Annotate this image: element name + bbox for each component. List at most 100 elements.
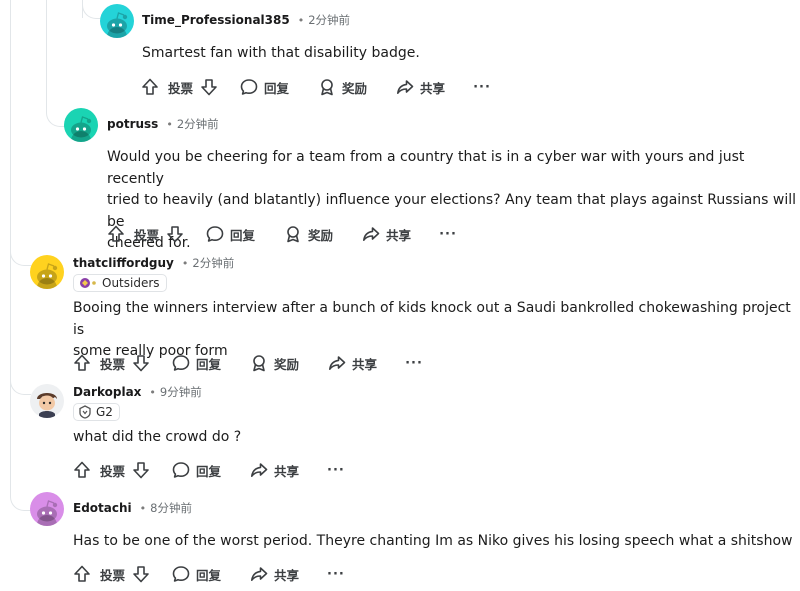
- share-button[interactable]: 共享: [249, 564, 299, 584]
- avatar[interactable]: [100, 4, 134, 38]
- downvote-button[interactable]: [199, 77, 219, 97]
- more-options-button[interactable]: ···: [327, 567, 345, 582]
- comment-actions: 投票 回复 奖励 共享 ···: [72, 352, 423, 374]
- downvote-button[interactable]: [131, 460, 151, 480]
- meta-separator: •: [149, 385, 156, 399]
- downvote-icon: [131, 564, 151, 584]
- upvote-button[interactable]: [72, 353, 92, 373]
- comment-actions: 投票 回复 共享 ···: [72, 563, 345, 585]
- share-label: 共享: [274, 567, 300, 583]
- author-name[interactable]: Edotachi: [73, 501, 132, 515]
- reply-label: 回复: [230, 227, 256, 243]
- vote-label: 投票: [100, 463, 126, 479]
- reply-label: 回复: [264, 80, 290, 96]
- upvote-button[interactable]: [106, 224, 126, 244]
- snoo-avatar-icon: [100, 4, 134, 38]
- vote-label: 投票: [100, 356, 126, 372]
- award-button[interactable]: 奖励: [317, 77, 367, 97]
- comment-meta: Edotachi • 8分钟前: [73, 499, 192, 517]
- reply-icon: [171, 460, 191, 480]
- reply-icon: [239, 77, 259, 97]
- vote-label: 投票: [134, 227, 160, 243]
- user-flair: G2: [73, 403, 120, 421]
- more-options-button[interactable]: ···: [327, 463, 345, 478]
- meta-separator: •: [297, 13, 305, 27]
- meta-separator: •: [181, 256, 189, 270]
- upvote-icon: [106, 224, 126, 244]
- share-button[interactable]: 共享: [395, 77, 445, 97]
- timestamp[interactable]: 2分钟前: [192, 255, 234, 271]
- comment-meta: Darkoplax • 9分钟前: [73, 383, 202, 401]
- award-label: 奖励: [308, 227, 334, 243]
- snoo-avatar-icon: [30, 492, 64, 526]
- award-icon: [249, 353, 269, 373]
- upvote-button[interactable]: [72, 460, 92, 480]
- avatar[interactable]: [30, 255, 64, 289]
- reply-icon: [171, 564, 191, 584]
- avatar[interactable]: [30, 384, 64, 418]
- more-options-button[interactable]: ···: [405, 356, 423, 371]
- comment-actions: 投票 回复 奖励 共享 ···: [106, 223, 457, 245]
- share-label: 共享: [274, 463, 300, 479]
- award-button[interactable]: 奖励: [283, 224, 333, 244]
- share-icon: [249, 564, 269, 584]
- thread-connector: [10, 492, 31, 511]
- snoo-avatar-icon: [30, 255, 64, 289]
- award-icon: [317, 77, 337, 97]
- meta-separator: •: [139, 501, 147, 515]
- more-options-button[interactable]: ···: [439, 227, 457, 242]
- vote-label: 投票: [168, 80, 194, 96]
- reply-label: 回复: [196, 463, 222, 479]
- downvote-button[interactable]: [131, 564, 151, 584]
- award-button[interactable]: 奖励: [249, 353, 299, 373]
- comment-meta: Time_Professional385 • 2分钟前: [142, 11, 350, 29]
- upvote-icon: [72, 353, 92, 373]
- reply-button[interactable]: 回复: [171, 564, 221, 584]
- meta-separator: •: [166, 117, 173, 131]
- reply-button[interactable]: 回复: [171, 353, 221, 373]
- author-name[interactable]: Darkoplax: [73, 385, 141, 399]
- share-label: 共享: [386, 227, 412, 243]
- share-button[interactable]: 共享: [361, 224, 411, 244]
- comment-body: what did the crowd do ?: [73, 429, 242, 445]
- outsiders-team-icon: [80, 278, 96, 288]
- share-icon: [327, 353, 347, 373]
- share-button[interactable]: 共享: [327, 353, 377, 373]
- g2-team-icon: [79, 405, 91, 419]
- vote-label: 投票: [100, 567, 126, 583]
- timestamp[interactable]: 2分钟前: [177, 116, 219, 132]
- downvote-icon: [131, 353, 151, 373]
- comment-body: Smartest fan with that disability badge.: [142, 45, 420, 61]
- avatar[interactable]: [30, 492, 64, 526]
- author-name[interactable]: Time_Professional385: [142, 13, 290, 27]
- flair-label: Outsiders: [102, 276, 160, 290]
- user-flair: Outsiders: [73, 274, 167, 292]
- author-name[interactable]: potruss: [107, 117, 158, 131]
- upvote-icon: [140, 77, 160, 97]
- comment-actions: 投票 回复 共享 ···: [72, 459, 345, 481]
- reply-label: 回复: [196, 567, 222, 583]
- reply-button[interactable]: 回复: [205, 224, 255, 244]
- timestamp[interactable]: 8分钟前: [150, 500, 192, 516]
- upvote-button[interactable]: [140, 77, 160, 97]
- author-name[interactable]: thatcliffordguy: [73, 256, 174, 270]
- timestamp[interactable]: 9分钟前: [160, 384, 202, 400]
- avatar[interactable]: [64, 108, 98, 142]
- reply-button[interactable]: 回复: [239, 77, 289, 97]
- award-label: 奖励: [274, 356, 300, 372]
- upvote-button[interactable]: [72, 564, 92, 584]
- upvote-icon: [72, 460, 92, 480]
- downvote-icon: [199, 77, 219, 97]
- award-label: 奖励: [342, 80, 368, 96]
- comment-body-line: Would you be cheering for a team from a …: [107, 149, 745, 187]
- reply-button[interactable]: 回复: [171, 460, 221, 480]
- downvote-icon: [131, 460, 151, 480]
- timestamp[interactable]: 2分钟前: [308, 12, 350, 28]
- reply-label: 回复: [196, 356, 222, 372]
- share-button[interactable]: 共享: [249, 460, 299, 480]
- downvote-button[interactable]: [165, 224, 185, 244]
- more-options-button[interactable]: ···: [473, 80, 491, 95]
- share-label: 共享: [352, 356, 378, 372]
- thread-line: [10, 0, 11, 492]
- downvote-button[interactable]: [131, 353, 151, 373]
